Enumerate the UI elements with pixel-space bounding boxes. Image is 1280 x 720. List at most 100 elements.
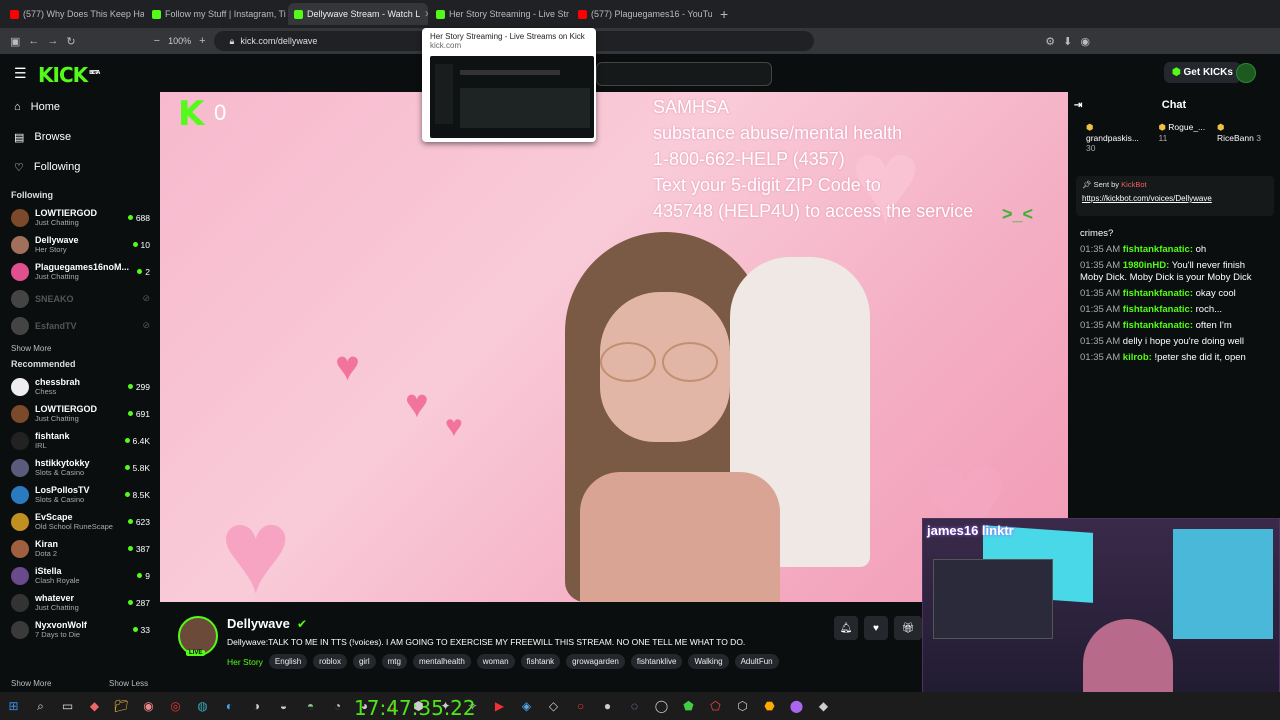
show-less-button[interactable]: Show Less [98, 674, 148, 692]
tag-chip[interactable]: growagarden [566, 654, 625, 669]
taskbar-app-icon[interactable]: ◒ [270, 692, 297, 720]
nav-item-home[interactable]: ⌂ Home [0, 92, 160, 122]
follow-heart-icon[interactable]: ♥ [864, 616, 888, 640]
tag-chip[interactable]: English [268, 654, 308, 669]
camera-icon[interactable]: ◉ [1080, 35, 1090, 48]
channel-item[interactable]: LosPollosTV Slots & Casino 8.5K [0, 481, 160, 508]
chat-username[interactable]: fishtankfanatic: [1123, 288, 1193, 299]
close-tab-icon[interactable]: ✕ [424, 9, 428, 20]
browser-tab[interactable]: (577) Why Does This Keep Happ✕ [4, 3, 144, 25]
collapse-chat-icon[interactable]: ⇥ [1074, 100, 1082, 111]
pinned-link[interactable]: https://kickbot.com/voices/Dellywave [1082, 194, 1268, 203]
taskbar-app-icon[interactable]: ⬣ [756, 692, 783, 720]
avatar [11, 262, 29, 281]
tag-chip[interactable]: fishtanklive [630, 654, 683, 669]
taskbar-app-icon[interactable]: ◯ [648, 692, 675, 720]
extensions-icon[interactable]: ⚙ [1045, 35, 1055, 48]
show-more-recommended[interactable]: Show More [0, 674, 51, 692]
tag-chip[interactable]: woman [476, 654, 515, 669]
back-icon[interactable]: ← [28, 35, 39, 47]
user-avatar[interactable] [1236, 63, 1256, 83]
browser-tab[interactable]: Follow my Stuff | Instagram, Tik✕ [146, 3, 286, 25]
show-more-following[interactable]: Show More [0, 339, 160, 357]
channel-item[interactable]: EvScape Old School RuneScape 623 [0, 508, 160, 535]
channel-name: EvScape [35, 512, 73, 522]
channel-item[interactable]: EsfandTV ⊘ [0, 312, 160, 339]
start-menu-icon[interactable]: ⊞ [0, 692, 27, 720]
category-link[interactable]: Her Story [227, 657, 263, 667]
taskbar-app-icon[interactable]: ◎ [162, 692, 189, 720]
browser-tab[interactable]: Her Story Streaming - Live Str✕ [430, 3, 570, 25]
leaderboard-entry[interactable]: ⬢ RiceBann 3 [1217, 122, 1262, 143]
taskbar-app-icon[interactable]: ⬟ [675, 692, 702, 720]
taskbar-app-icon[interactable]: ◍ [189, 692, 216, 720]
notification-bell-icon[interactable]: 🔔︎ [834, 616, 858, 640]
taskbar-app-icon[interactable]: ▭ [54, 692, 81, 720]
taskbar-app-icon[interactable]: ◓ [297, 692, 324, 720]
taskbar-app-icon[interactable]: ◔ [324, 692, 351, 720]
menu-icon[interactable]: ☰ [14, 65, 27, 82]
search-input[interactable] [596, 62, 772, 86]
chat-username[interactable]: kilrob: [1123, 352, 1152, 363]
get-kicks-button[interactable]: ⬢ Get KICKs [1164, 62, 1241, 83]
channel-item[interactable]: hstikkytokky Slots & Casino 5.8K [0, 454, 160, 481]
chat-username[interactable]: fishtankfanatic: [1123, 244, 1193, 255]
taskbar-app-icon[interactable]: ● [594, 692, 621, 720]
zoom-in-icon[interactable]: + [199, 35, 205, 47]
tag-chip[interactable]: fishtank [520, 654, 561, 669]
leaderboard-entry[interactable]: ⬢ grandpaskis... 30 [1086, 122, 1148, 153]
channel-item[interactable]: Plaguegames16noM... Just Chatting 2 [0, 258, 160, 285]
search-icon[interactable]: ⌕ [27, 692, 54, 720]
lock-icon: 🔒︎ [229, 35, 235, 46]
browser-tab[interactable]: Dellywave Stream - Watch L ✕ [288, 3, 428, 25]
taskbar-app-icon[interactable]: ◇ [540, 692, 567, 720]
tab-favicon-icon [152, 9, 161, 19]
tag-chip[interactable]: girl [352, 654, 376, 669]
zoom-out-icon[interactable]: − [154, 35, 160, 47]
kick-logo[interactable]: KICK BETA [38, 63, 100, 87]
new-tab-button[interactable]: + [712, 6, 736, 22]
chat-username[interactable]: fishtankfanatic: [1123, 304, 1193, 315]
taskbar-app-icon[interactable]: 📁︎ [108, 692, 135, 720]
taskbar-app-icon[interactable]: ◑ [243, 692, 270, 720]
channel-item[interactable]: whatever Just Chatting 287 [0, 589, 160, 616]
channel-item[interactable]: chessbrah Chess 299 [0, 373, 160, 400]
gift-icon[interactable]: 🎁︎ [894, 616, 922, 640]
download-icon[interactable]: ⬇ [1063, 35, 1072, 48]
chat-message: crimes? [1080, 228, 1114, 239]
nav-item-browse[interactable]: ▤ Browse [0, 122, 160, 152]
tag-chip[interactable]: AdultFun [734, 654, 779, 669]
taskbar-app-icon[interactable]: ○ [567, 692, 594, 720]
taskbar-app-icon[interactable]: ▶ [486, 692, 513, 720]
taskbar-app-icon[interactable]: ⬠ [702, 692, 729, 720]
channel-item[interactable]: iStella Clash Royale 9 [0, 562, 160, 589]
leaderboard-entry[interactable]: ⬢ Rogue_... 11 [1158, 122, 1206, 143]
nav-item-following[interactable]: ♡ Following [0, 152, 160, 182]
taskbar-app-icon[interactable]: ◈ [513, 692, 540, 720]
streamer-name[interactable]: Dellywave [227, 616, 290, 631]
chat-username[interactable]: fishtankfanatic: [1123, 320, 1193, 331]
taskbar-app-icon[interactable]: ⬤ [783, 692, 810, 720]
chat-username[interactable]: 1980inHD: [1123, 260, 1169, 271]
taskbar-app-icon[interactable]: ◐ [216, 692, 243, 720]
taskbar-app-icon[interactable]: ◆ [810, 692, 837, 720]
tag-chip[interactable]: roblox [313, 654, 347, 669]
channel-item[interactable]: Dellywave Her Story 10 [0, 231, 160, 258]
tag-chip[interactable]: mentalhealth [412, 654, 471, 669]
channel-item[interactable]: LOWTIERGOD Just Chatting 688 [0, 204, 160, 231]
taskbar-app-icon[interactable]: ◉ [135, 692, 162, 720]
taskbar-app-icon[interactable]: ◌ [621, 692, 648, 720]
tag-chip[interactable]: Walking [688, 654, 729, 669]
tag-chip[interactable]: mtg [381, 654, 407, 669]
channel-item[interactable]: Kiran Dota 2 387 [0, 535, 160, 562]
taskbar-app-icon[interactable]: ◆ [81, 692, 108, 720]
forward-icon[interactable]: → [47, 35, 58, 47]
browser-tab[interactable]: (577) Plaguegames16 - YouTub✕ [572, 3, 712, 25]
channel-item[interactable]: fishtank IRL 6.4K [0, 427, 160, 454]
channel-item[interactable]: SNEAKO ⊘ [0, 285, 160, 312]
channel-item[interactable]: NyxvonWolf 7 Days to Die 33 [0, 616, 160, 643]
channel-item[interactable]: LOWTIERGOD Just Chatting 691 [0, 400, 160, 427]
reload-icon[interactable]: ↻ [66, 35, 75, 48]
taskbar-app-icon[interactable]: ⬡ [729, 692, 756, 720]
sidebar-toggle-icon[interactable]: ▣ [10, 35, 20, 48]
